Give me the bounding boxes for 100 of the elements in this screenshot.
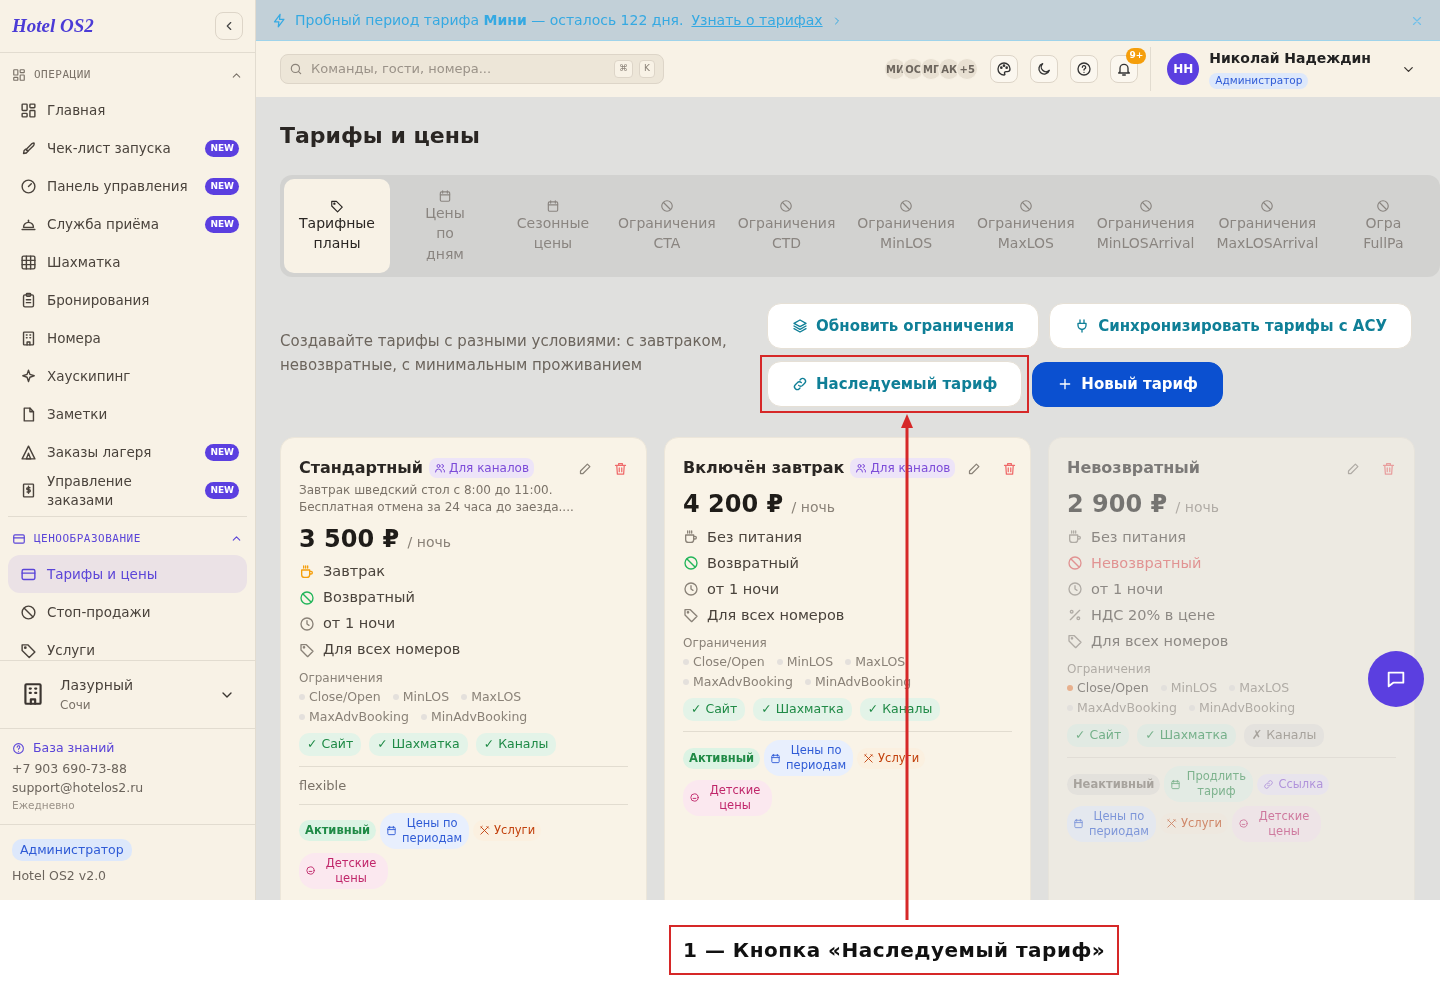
price-unit: / ночь xyxy=(791,499,835,516)
version-text: Hotel OS2 v2.0 xyxy=(12,867,108,886)
inherited-rate-button[interactable]: Наследуемый тариф xyxy=(767,361,1023,408)
new-badge: NEW xyxy=(205,443,239,462)
sidebar-item[interactable]: Заказы лагеря NEW xyxy=(8,433,247,472)
user-avatar: МИ xyxy=(884,58,907,80)
kids-chip[interactable]: Детские цены xyxy=(1232,806,1321,842)
price-value: 4 200 ₽ xyxy=(683,490,784,519)
periods-chip[interactable]: Цены по периодам xyxy=(380,813,470,849)
sidebar-item[interactable]: Управление заказами NEW xyxy=(8,471,247,510)
restriction-item: MaxLOS xyxy=(845,652,906,673)
channel-tag: ✓ Шахматка xyxy=(369,732,468,756)
restriction-item: MaxAdvBooking xyxy=(683,672,793,693)
feature-text: Без питания xyxy=(1091,527,1187,547)
sidebar-item[interactable]: Чек-лист запуска NEW xyxy=(8,129,247,168)
channel-tag: ✓ Шахматка xyxy=(753,698,852,722)
tab[interactable]: Ограничения MinLOS xyxy=(847,179,965,274)
support-hours: Ежедневно xyxy=(12,797,76,813)
sidebar-item[interactable]: Служба приёма NEW xyxy=(8,205,247,244)
new-badge: NEW xyxy=(205,139,239,158)
logo: Hotel OS2 xyxy=(12,13,94,38)
status-badge: Активный xyxy=(683,747,761,769)
rate-description: Завтрак шведский стол с 8:00 до 11:00. Бесплатная отмена за 24 часа до заезда.... xyxy=(299,482,575,515)
restriction-item: MaxLOS xyxy=(461,686,522,707)
restriction-item: MaxAdvBooking xyxy=(299,706,409,727)
feature-text: Для всех номеров xyxy=(323,639,461,659)
shortcut-key: K xyxy=(639,60,655,78)
search-bar[interactable]: Команды, гости, номера... ⌘ K xyxy=(280,54,664,84)
services-chip[interactable]: Услуги xyxy=(473,820,542,842)
periods-chip[interactable]: Цены по периодам xyxy=(764,740,854,776)
price-value: 2 900 ₽ xyxy=(1067,490,1168,519)
notification-badge: 9+ xyxy=(1126,48,1147,64)
feature-text: Завтрак xyxy=(323,561,386,581)
tab[interactable]: Ограничения MaxLOS xyxy=(966,179,1085,274)
channel-badge: Для каналов xyxy=(429,458,534,479)
status-badge: Неактивный xyxy=(1067,773,1161,795)
restriction-item: MaxLOS xyxy=(1229,678,1290,699)
feature-text: от 1 ночи xyxy=(323,613,396,633)
role-badge: Администратор xyxy=(12,838,132,862)
feature-text: Для всех номеров xyxy=(707,605,845,625)
feature-text: Невозвратный xyxy=(1091,553,1202,573)
restrictions-label: Ограничения xyxy=(1067,661,1152,679)
rate-title: Включён завтрак xyxy=(683,457,845,480)
feature-text: от 1 ночи xyxy=(1091,579,1164,599)
property-city: Сочи xyxy=(60,696,92,714)
property-selector[interactable]: Лазурный Сочи xyxy=(0,659,255,728)
channel-tag: ✓ Каналы xyxy=(475,732,557,756)
restriction-item: MinLOS xyxy=(776,652,834,673)
new-badge: NEW xyxy=(205,481,239,500)
feature-text: Возвратный xyxy=(707,553,799,573)
refresh-restrictions-button[interactable]: Обновить ограничения xyxy=(767,303,1040,350)
restrictions-label: Ограничения xyxy=(683,635,768,653)
annotation-caption: 1 — Кнопка «Наследуемый тариф» xyxy=(669,925,1120,975)
price-unit: / ночь xyxy=(1175,499,1219,516)
user-avatar: НН xyxy=(1167,53,1200,85)
sidebar-item[interactable]: Тарифы и цены xyxy=(8,555,247,593)
role-badge: Администратор xyxy=(1209,73,1309,89)
page-description: Создавайте тарифы с разными условиями: с завтраком, невозвратные, с минимальным проживанием xyxy=(280,331,728,377)
knowledge-base-link[interactable]: База знаний xyxy=(12,738,115,758)
sidebar-item[interactable]: Главная xyxy=(8,91,247,130)
price-value: 3 500 ₽ xyxy=(299,524,400,553)
new-rate-button[interactable]: Новый тариф xyxy=(1032,361,1223,407)
price-unit: / ночь xyxy=(407,533,451,550)
channel-tag: ✓ Сайт xyxy=(683,698,746,722)
channel-tag: ✗ Каналы xyxy=(1243,724,1325,748)
sidebar-item[interactable]: Заметки xyxy=(8,395,247,434)
search-field[interactable]: Команды, гости, номера... xyxy=(309,58,609,80)
channel-tag: ✓ Шахматка xyxy=(1137,724,1236,748)
sidebar-item[interactable]: Бронирования xyxy=(8,281,247,320)
restriction-item: Close/Open xyxy=(299,686,381,707)
new-badge: NEW xyxy=(205,215,239,234)
feature-text: от 1 ночи xyxy=(707,579,780,599)
channel-tag: ✓ Сайт xyxy=(1067,724,1130,748)
rate-title: Невозвратный xyxy=(1067,457,1201,480)
feature-text: Без питания xyxy=(707,527,803,547)
feature-text: НДС 20% в цене xyxy=(1091,605,1216,625)
restriction-item: MinLOS xyxy=(1160,678,1218,699)
sidebar-item[interactable]: Стоп-продажи xyxy=(8,593,247,631)
sidebar-item[interactable]: Номера xyxy=(8,319,247,358)
sync-rates-button[interactable]: Синхронизировать тарифы с АСУ xyxy=(1049,303,1412,350)
kids-chip[interactable]: Детские цены xyxy=(683,780,772,816)
section-header[interactable]: ОПЕРАЦИИ xyxy=(8,59,247,92)
restriction-item: Close/Open xyxy=(683,652,765,673)
rate-title: Стандартный xyxy=(299,457,424,480)
sidebar-item[interactable]: Шахматка xyxy=(8,243,247,282)
restriction-item: MinLOS xyxy=(392,686,450,707)
channel-tag: ✓ Сайт xyxy=(299,732,362,756)
status-badge: Активный xyxy=(299,820,377,842)
sidebar-item[interactable]: Хаускипинг xyxy=(8,357,247,396)
shortcut-key: ⌘ xyxy=(614,60,634,78)
kids-chip[interactable]: Детские цены xyxy=(299,852,388,889)
new-badge: NEW xyxy=(205,177,239,196)
sidebar-item[interactable]: Услуги xyxy=(8,631,247,660)
more-users-count: +5 xyxy=(956,58,979,80)
restriction-item: Close/Open xyxy=(1067,678,1149,699)
restriction-item: MinAdvBooking xyxy=(1188,698,1296,719)
sidebar-item[interactable]: Панель управления NEW xyxy=(8,167,247,206)
trial-message: Пробный период тарифа Мини — осталось 122 дня. xyxy=(295,10,684,30)
section-header[interactable]: ЦЕНООБРАЗОВАНИЕ xyxy=(8,522,247,555)
tab[interactable]: Тарифные планы xyxy=(284,179,390,274)
